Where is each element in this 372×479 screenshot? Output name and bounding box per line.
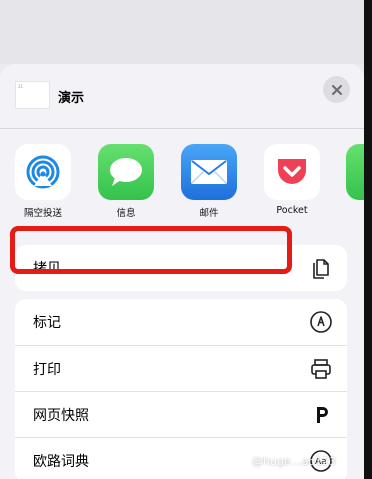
thumbnail-text: 21 xyxy=(18,84,24,89)
share-header: 21 演示 xyxy=(0,64,364,129)
app-airdrop[interactable]: 隔空投送 xyxy=(11,144,75,219)
app-pocket[interactable]: Pocket xyxy=(260,144,324,216)
action-group-main: 标记 打印 网页快照 欧路词典 Aa xyxy=(15,299,347,479)
action-label: 欧路词典 xyxy=(33,453,89,470)
pocket-icon xyxy=(264,144,320,200)
action-label: 打印 xyxy=(33,361,61,378)
print-icon xyxy=(311,359,331,379)
close-icon xyxy=(331,84,342,95)
markup-icon xyxy=(310,311,332,333)
action-label: 网页快照 xyxy=(33,407,89,424)
close-button[interactable] xyxy=(323,76,350,103)
document-title: 演示 xyxy=(58,91,85,106)
app-label: 信息 xyxy=(116,208,136,219)
copy-icon xyxy=(313,259,329,279)
document-thumbnail: 21 xyxy=(15,81,50,109)
app-share-row: 隔空投送 信息 邮件 Pocket xyxy=(0,144,364,226)
app-mail[interactable]: 邮件 xyxy=(177,144,241,219)
action-markup[interactable]: 标记 xyxy=(15,299,347,345)
markup-highlight-box xyxy=(10,226,292,274)
action-label: 标记 xyxy=(33,315,61,331)
app-icon-partial xyxy=(346,144,364,200)
app-label: Pocket xyxy=(276,205,308,216)
messages-icon xyxy=(98,144,154,200)
screen-edge xyxy=(364,0,372,479)
background-top xyxy=(0,0,372,64)
action-web-snapshot[interactable]: 网页快照 xyxy=(15,391,347,437)
watermark: @huge…ao123 xyxy=(252,455,337,468)
app-label: 邮件 xyxy=(199,208,219,219)
action-print[interactable]: 打印 xyxy=(15,345,347,391)
app-label: 隔空投送 xyxy=(23,208,62,219)
app-messages[interactable]: 信息 xyxy=(94,144,158,219)
app-partial[interactable] xyxy=(342,144,364,200)
parking-icon xyxy=(317,407,328,423)
airdrop-icon xyxy=(15,144,71,200)
mail-icon xyxy=(181,144,237,200)
